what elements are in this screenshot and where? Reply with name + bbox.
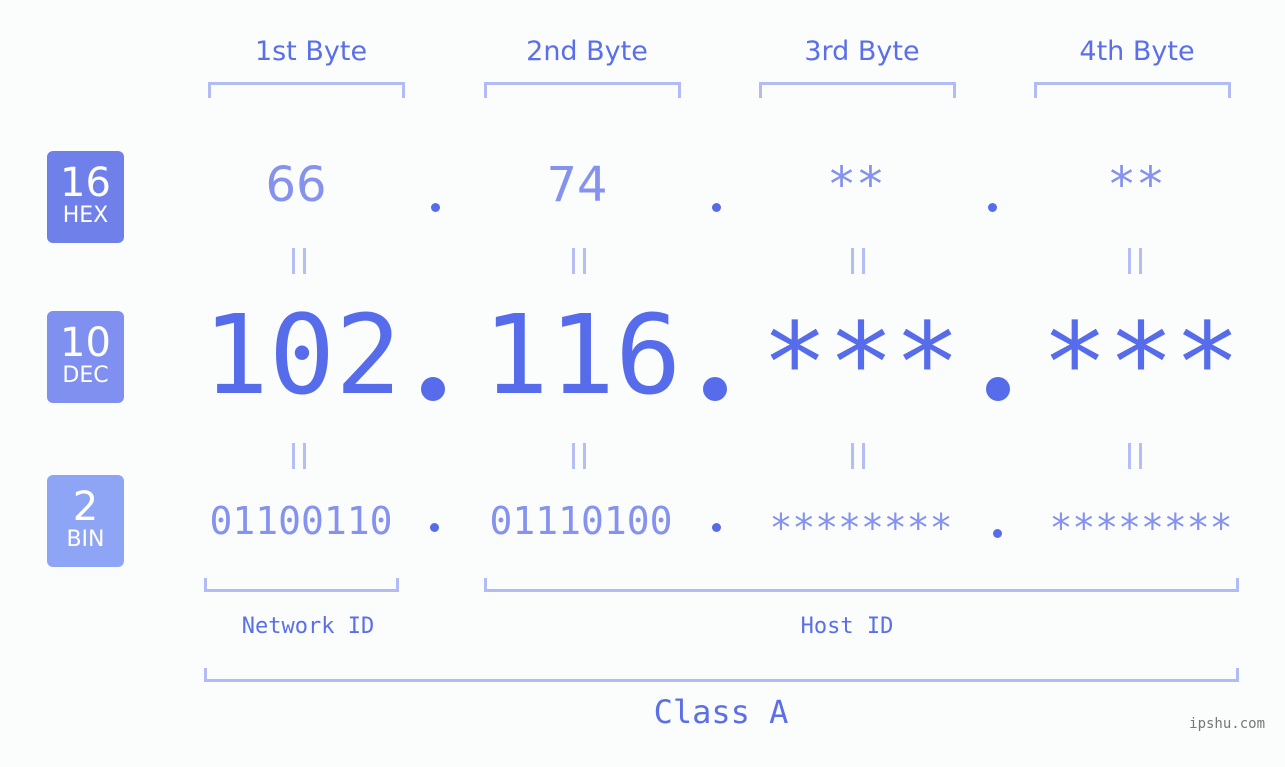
class-bracket — [204, 668, 1239, 682]
watermark: ipshu.com — [1189, 716, 1265, 732]
hex-dot-1 — [431, 203, 440, 212]
equals-icon — [851, 248, 865, 274]
byte-header-1: 1st Byte — [254, 36, 368, 67]
byte-bracket-4 — [1034, 82, 1231, 98]
dec-badge: 10 DEC — [47, 311, 124, 403]
bin-label: BIN — [66, 527, 105, 552]
equals-icon — [292, 248, 306, 274]
network-id-label: Network ID — [241, 614, 375, 639]
dec-dot-3 — [986, 377, 1010, 401]
hex-badge: 16 HEX — [47, 151, 124, 243]
bin-octet-2: 01110100 — [489, 499, 673, 543]
equals-icon — [851, 443, 865, 469]
bin-badge: 2 BIN — [47, 475, 124, 567]
byte-header-3: 3rd Byte — [804, 36, 920, 67]
hex-octet-4: ** — [1107, 157, 1165, 213]
host-id-bracket — [484, 578, 1239, 592]
dec-octet-3: *** — [761, 299, 961, 427]
dec-octet-1: 102 — [202, 291, 402, 419]
hex-octet-3: ** — [827, 157, 885, 213]
hex-dot-2 — [712, 203, 721, 212]
bin-dot-1 — [430, 523, 439, 532]
equals-icon — [292, 443, 306, 469]
hex-dot-3 — [988, 203, 997, 212]
bin-octet-3: ******** — [769, 506, 953, 550]
dec-label: DEC — [62, 363, 109, 388]
host-id-label: Host ID — [800, 614, 894, 639]
byte-bracket-2 — [484, 82, 681, 98]
bin-dot-2 — [712, 523, 721, 532]
dec-dot-1 — [421, 377, 445, 401]
hex-octet-2: 74 — [546, 157, 608, 213]
byte-header-2: 2nd Byte — [526, 36, 648, 67]
byte-header-4: 4th Byte — [1079, 36, 1195, 67]
byte-bracket-1 — [208, 82, 405, 98]
equals-icon — [572, 443, 586, 469]
bin-base: 2 — [72, 484, 99, 530]
dec-base: 10 — [60, 320, 111, 366]
dec-dot-2 — [703, 377, 727, 401]
hex-base: 16 — [60, 160, 111, 206]
bin-octet-4: ******** — [1049, 506, 1233, 550]
bin-octet-1: 01100110 — [209, 499, 393, 543]
hex-label: HEX — [62, 203, 109, 228]
hex-octet-1: 66 — [265, 157, 327, 213]
dec-octet-2: 116 — [482, 291, 682, 419]
dec-octet-4: *** — [1041, 299, 1241, 427]
equals-icon — [572, 248, 586, 274]
byte-bracket-3 — [759, 82, 956, 98]
bin-dot-3 — [993, 529, 1002, 538]
equals-icon — [1128, 443, 1142, 469]
equals-icon — [1128, 248, 1142, 274]
class-label: Class A — [653, 693, 789, 731]
network-id-bracket — [204, 578, 399, 592]
